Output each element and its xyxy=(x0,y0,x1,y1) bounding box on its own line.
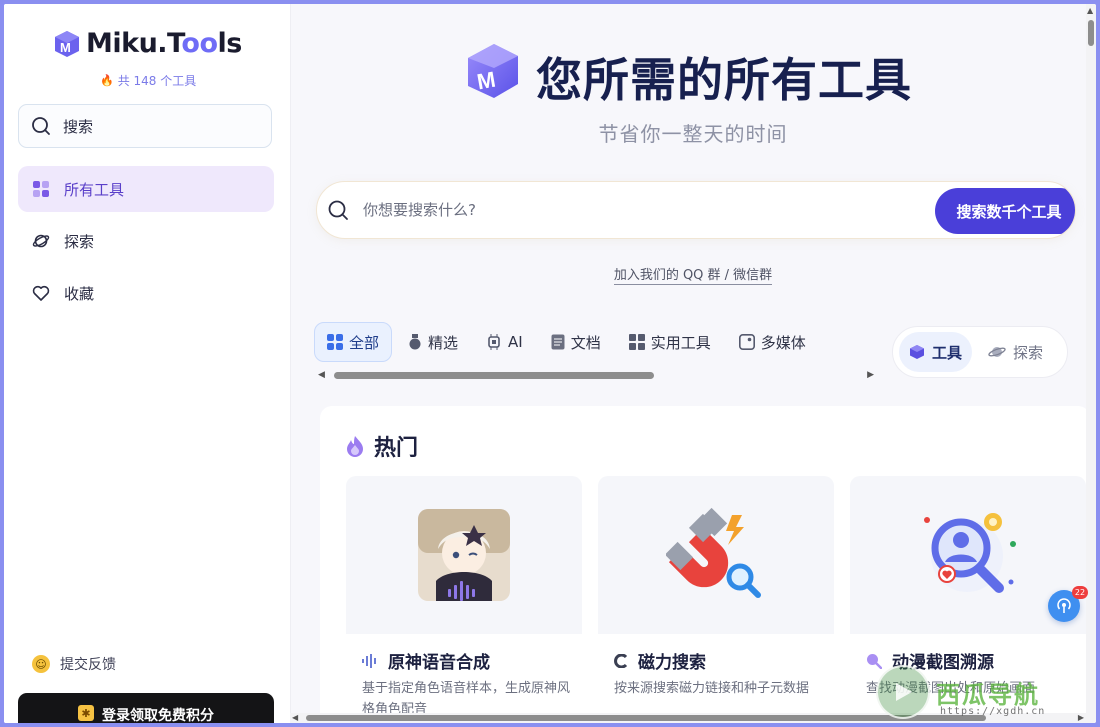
search-submit-button[interactable]: 搜索数千个工具 xyxy=(935,188,1075,234)
mode-explore[interactable]: 探索 xyxy=(978,332,1053,372)
tab-label: 精选 xyxy=(428,333,459,352)
media-icon xyxy=(738,334,755,350)
sidebar-item-favorites[interactable]: 收藏 xyxy=(18,270,274,316)
planet-icon xyxy=(988,344,1006,360)
fire-icon: 🔥 xyxy=(100,74,114,87)
sidebar-item-all-tools[interactable]: 所有工具 xyxy=(18,166,274,212)
app-frame: M Miku.Tools 🔥 共 148 个工具 搜索 所有工具 探索 收藏 ☺… xyxy=(4,4,1096,723)
search-icon xyxy=(328,200,348,220)
sidebar-item-label: 探索 xyxy=(64,232,95,251)
mode-label: 工具 xyxy=(932,343,963,362)
sidebar-item-label: 所有工具 xyxy=(64,180,125,199)
category-tabs: 全部 精选 AI 文档 实用工具 多媒体 xyxy=(314,320,874,368)
document-icon xyxy=(551,334,565,350)
feedback-label: 提交反馈 xyxy=(60,657,116,673)
card-thumbnail xyxy=(598,476,834,634)
tab-label: 文档 xyxy=(570,333,601,352)
scroll-left-icon[interactable]: ◀ xyxy=(318,370,325,380)
logo-cube-icon: M xyxy=(55,30,79,57)
main-search-input[interactable] xyxy=(361,200,905,220)
main-search-bar: 搜索数千个工具 xyxy=(316,181,1076,239)
mode-tools[interactable]: 工具 xyxy=(899,332,973,372)
page-title: 您所需的所有工具 xyxy=(536,53,912,107)
login-button[interactable]: ✱ 登录领取免费积分 xyxy=(18,693,274,723)
tab-label: 实用工具 xyxy=(650,333,711,352)
hero-logo-icon: M xyxy=(468,44,518,98)
heart-icon xyxy=(32,285,50,301)
sidebar-search-button[interactable]: 搜索 xyxy=(18,104,272,148)
page-vertical-scrollbar[interactable]: ▲ xyxy=(1086,4,1096,723)
tab-documents[interactable]: 文档 xyxy=(539,322,613,362)
smiley-icon: ☺ xyxy=(32,655,50,673)
tab-label: 多媒体 xyxy=(760,333,806,352)
sidebar-search-label: 搜索 xyxy=(63,117,94,136)
scroll-up-icon[interactable]: ▲ xyxy=(1087,6,1093,15)
tool-card-magnet-search[interactable]: 磁力搜索 按来源搜索磁力链接和种子元数据 xyxy=(598,476,834,723)
scroll-left-icon[interactable]: ◀ xyxy=(292,713,298,722)
tab-all[interactable]: 全部 xyxy=(314,322,393,362)
watermark-url: https://xgdh.cn xyxy=(940,706,1046,717)
tab-label: AI xyxy=(508,333,523,351)
grid-icon xyxy=(33,181,49,197)
tool-card-genshin-tts[interactable]: 原神语音合成 基于指定角色语音样本，生成原神风格角色配音 xyxy=(346,476,582,723)
login-label: 登录领取免费积分 xyxy=(102,708,214,723)
watermark-logo-icon xyxy=(876,665,930,719)
svg-text:M: M xyxy=(60,40,71,55)
chip-icon xyxy=(486,334,502,350)
tab-utilities[interactable]: 实用工具 xyxy=(617,322,723,362)
scrollbar-thumb[interactable] xyxy=(334,372,654,379)
waveform-icon xyxy=(362,653,378,668)
mode-label: 探索 xyxy=(1013,343,1044,362)
hot-section-title: 热门 xyxy=(346,430,418,462)
search-icon xyxy=(32,117,50,135)
gift-icon: ✱ xyxy=(78,705,94,721)
medal-icon xyxy=(408,334,422,350)
card-thumbnail xyxy=(346,476,582,634)
watermark: 西瓜导航 https://xgdh.cn xyxy=(876,662,1088,722)
watermark-text: 西瓜导航 xyxy=(936,680,1040,709)
scrollbar-thumb[interactable] xyxy=(1088,20,1094,46)
tab-multimedia[interactable]: 多媒体 xyxy=(727,322,818,362)
planet-icon xyxy=(32,234,50,248)
tab-featured[interactable]: 精选 xyxy=(396,322,470,362)
tab-ai[interactable]: AI xyxy=(474,322,535,362)
broadcast-icon xyxy=(1057,598,1071,613)
qq-group-link[interactable]: 加入我们的 QQ 群 / 微信群 xyxy=(290,264,1096,285)
notification-badge: 22 xyxy=(1072,586,1088,599)
logo[interactable]: M Miku.Tools xyxy=(52,28,242,59)
sidebar-item-label: 收藏 xyxy=(64,284,95,303)
qq-group-link-label: 加入我们的 QQ 群 / 微信群 xyxy=(613,268,773,285)
tabs-scrollbar[interactable]: ◀ ▶ xyxy=(318,370,874,380)
magnet-icon xyxy=(614,653,628,668)
sidebar-item-explore[interactable]: 探索 xyxy=(18,218,274,264)
tool-count: 🔥 共 148 个工具 xyxy=(100,74,197,88)
apps-icon xyxy=(628,334,645,350)
sidebar: M Miku.Tools 🔥 共 148 个工具 搜索 所有工具 探索 收藏 ☺… xyxy=(4,4,291,723)
card-description: 按来源搜索磁力链接和种子元数据 xyxy=(614,681,810,696)
image-search-illustration xyxy=(924,513,1016,593)
scroll-right-icon[interactable]: ▶ xyxy=(867,370,874,380)
view-mode-toggle: 工具 探索 xyxy=(892,326,1068,378)
flame-icon xyxy=(346,435,364,457)
page-subtitle: 节省你一整天的时间 xyxy=(598,122,788,146)
card-title: 磁力搜索 xyxy=(614,648,706,673)
magnet-illustration xyxy=(666,507,761,598)
card-title: 原神语音合成 xyxy=(362,648,490,673)
feedback-link[interactable]: ☺ 提交反馈 xyxy=(32,654,116,674)
tab-label: 全部 xyxy=(349,333,380,352)
anime-character-thumbnail xyxy=(418,509,510,601)
logo-text: Miku.Tools xyxy=(86,28,242,59)
main-content: M 您所需的所有工具 节省你一整天的时间 搜索数千个工具 加入我们的 QQ 群 … xyxy=(290,4,1096,723)
cube-icon xyxy=(909,344,925,360)
grid-icon xyxy=(327,334,343,350)
